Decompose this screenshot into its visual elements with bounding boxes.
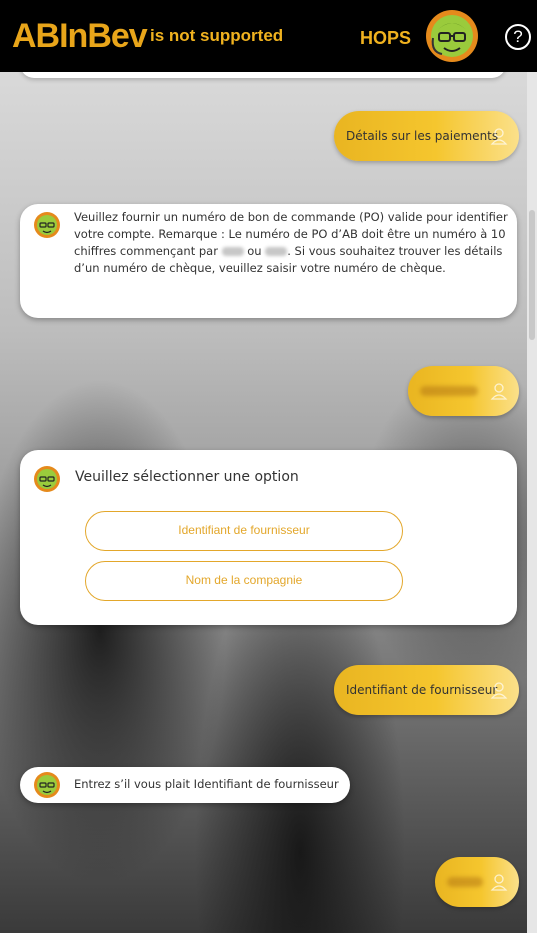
option-supplier-id-button[interactable]: Identifiant de fournisseur: [85, 511, 403, 551]
bot-avatar-icon: [34, 772, 60, 798]
bot-message-text: Veuillez fournir un numéro de bon de com…: [74, 210, 508, 275]
user-icon: [490, 874, 508, 891]
chat-app: ABInBev is not supported HOPS ? Détails …: [0, 0, 537, 933]
user-message: [408, 366, 519, 416]
user-icon: [490, 682, 508, 699]
option-prompt: Veuillez sélectionner une option: [75, 469, 299, 485]
scrollbar-track[interactable]: [527, 72, 537, 933]
user-message: [435, 857, 519, 907]
scrollbar-thumb[interactable]: [529, 210, 535, 340]
bot-options-card: Veuillez sélectionner une option Identif…: [20, 450, 517, 625]
bot-message-text: Entrez s’il vous plait Identifiant de fo…: [74, 777, 339, 791]
bot-avatar-icon: [34, 466, 60, 492]
user-icon: [490, 383, 508, 400]
abinbev-logo: ABInBev: [12, 17, 148, 55]
redacted-prefix: [265, 247, 288, 256]
header-bar: ABInBev is not supported HOPS ?: [0, 0, 537, 72]
help-icon[interactable]: ?: [505, 24, 531, 50]
chat-transcript[interactable]: Détails sur les paiements Veuillez fourn…: [0, 60, 527, 933]
user-message-text: Détails sur les paiements: [346, 129, 499, 143]
redacted-prefix: [221, 247, 244, 256]
user-message-text: Identifiant de fournisseur: [346, 683, 498, 697]
option-company-name-button[interactable]: Nom de la compagnie: [85, 561, 403, 601]
user-message: Identifiant de fournisseur: [334, 665, 519, 715]
bot-avatar-icon: [426, 10, 478, 62]
redacted-user-text: [420, 386, 478, 396]
user-message: Détails sur les paiements: [334, 111, 519, 161]
bot-message: Veuillez fournir un numéro de bon de com…: [20, 204, 517, 318]
bot-avatar-icon: [34, 212, 60, 238]
user-icon: [490, 128, 508, 145]
bot-message: Entrez s’il vous plait Identifiant de fo…: [20, 767, 350, 803]
unsupported-notice: is not supported: [150, 26, 284, 45]
bot-name: HOPS: [360, 28, 412, 48]
redacted-user-text: [447, 877, 483, 887]
